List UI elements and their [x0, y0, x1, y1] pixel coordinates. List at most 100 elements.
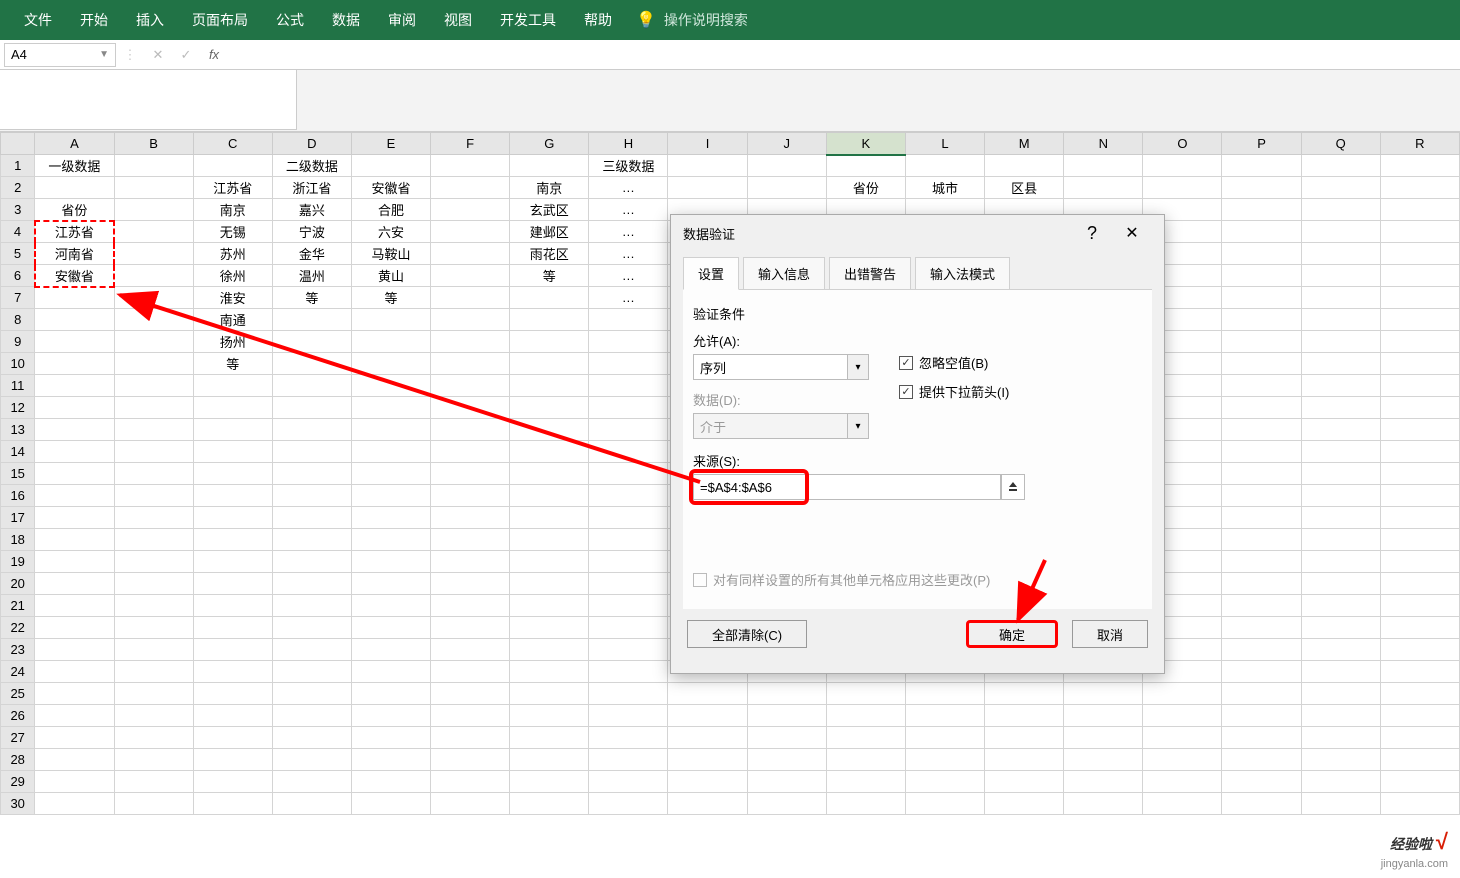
cell-Q28[interactable]	[1301, 749, 1380, 771]
cell-P21[interactable]	[1222, 595, 1301, 617]
cell-D22[interactable]	[272, 617, 351, 639]
cell-R21[interactable]	[1380, 595, 1459, 617]
cell-F10[interactable]	[431, 353, 510, 375]
cell-A30[interactable]	[35, 793, 114, 815]
row-header-25[interactable]: 25	[1, 683, 35, 705]
tab-error-alert[interactable]: 出错警告	[829, 257, 911, 290]
cell-C18[interactable]	[193, 529, 272, 551]
row-header-30[interactable]: 30	[1, 793, 35, 815]
cell-Q2[interactable]	[1301, 177, 1380, 199]
cell-Q30[interactable]	[1301, 793, 1380, 815]
cell-P9[interactable]	[1222, 331, 1301, 353]
formula-input[interactable]	[228, 43, 1460, 67]
cell-A7[interactable]	[35, 287, 114, 309]
cancel-formula-icon[interactable]: ✕	[144, 47, 172, 63]
cell-I1[interactable]	[668, 155, 747, 177]
cell-G24[interactable]	[510, 661, 589, 683]
cell-K2[interactable]: 省份	[826, 177, 905, 199]
cell-B1[interactable]	[114, 155, 193, 177]
cell-H14[interactable]	[589, 441, 668, 463]
cell-E20[interactable]	[351, 573, 430, 595]
col-header-O[interactable]: O	[1143, 133, 1222, 155]
cell-R3[interactable]	[1380, 199, 1459, 221]
cell-F5[interactable]	[431, 243, 510, 265]
ignore-blank-checkbox[interactable]: ✓ 忽略空值(B)	[899, 353, 1009, 372]
cell-K29[interactable]	[826, 771, 905, 793]
row-header-7[interactable]: 7	[1, 287, 35, 309]
cell-P5[interactable]	[1222, 243, 1301, 265]
cell-R25[interactable]	[1380, 683, 1459, 705]
cell-P8[interactable]	[1222, 309, 1301, 331]
tab-input-msg[interactable]: 输入信息	[743, 257, 825, 290]
cell-B27[interactable]	[114, 727, 193, 749]
cell-B5[interactable]	[114, 243, 193, 265]
cell-E5[interactable]: 马鞍山	[351, 243, 430, 265]
cell-G17[interactable]	[510, 507, 589, 529]
cell-F16[interactable]	[431, 485, 510, 507]
cell-H10[interactable]	[589, 353, 668, 375]
tab-ime[interactable]: 输入法模式	[915, 257, 1010, 290]
cell-D19[interactable]	[272, 551, 351, 573]
cell-G4[interactable]: 建邺区	[510, 221, 589, 243]
col-header-L[interactable]: L	[905, 133, 984, 155]
cell-J25[interactable]	[747, 683, 826, 705]
cell-C9[interactable]: 扬州	[193, 331, 272, 353]
cell-Q6[interactable]	[1301, 265, 1380, 287]
cell-B9[interactable]	[114, 331, 193, 353]
cell-P1[interactable]	[1222, 155, 1301, 177]
cell-H2[interactable]: …	[589, 177, 668, 199]
cell-R9[interactable]	[1380, 331, 1459, 353]
row-header-15[interactable]: 15	[1, 463, 35, 485]
cell-P20[interactable]	[1222, 573, 1301, 595]
tab-home[interactable]: 开始	[66, 0, 122, 40]
cell-E3[interactable]: 合肥	[351, 199, 430, 221]
cell-E24[interactable]	[351, 661, 430, 683]
cell-Q1[interactable]	[1301, 155, 1380, 177]
cell-E21[interactable]	[351, 595, 430, 617]
cell-C24[interactable]	[193, 661, 272, 683]
name-box[interactable]: A4 ▼	[4, 43, 116, 67]
cell-G7[interactable]	[510, 287, 589, 309]
cell-Q10[interactable]	[1301, 353, 1380, 375]
cell-A28[interactable]	[35, 749, 114, 771]
tab-dev[interactable]: 开发工具	[486, 0, 570, 40]
clear-all-button[interactable]: 全部清除(C)	[687, 620, 807, 648]
cell-H23[interactable]	[589, 639, 668, 661]
cell-B19[interactable]	[114, 551, 193, 573]
cell-I25[interactable]	[668, 683, 747, 705]
cell-G16[interactable]	[510, 485, 589, 507]
col-header-F[interactable]: F	[431, 133, 510, 155]
cell-P12[interactable]	[1222, 397, 1301, 419]
cell-B7[interactable]	[114, 287, 193, 309]
cell-C7[interactable]: 淮安	[193, 287, 272, 309]
cell-Q13[interactable]	[1301, 419, 1380, 441]
chevron-down-icon[interactable]: ▼	[99, 49, 109, 60]
cell-A5[interactable]: 河南省	[35, 243, 114, 265]
tab-help[interactable]: 帮助	[570, 0, 626, 40]
cell-C28[interactable]	[193, 749, 272, 771]
col-header-J[interactable]: J	[747, 133, 826, 155]
cell-Q25[interactable]	[1301, 683, 1380, 705]
row-header-10[interactable]: 10	[1, 353, 35, 375]
cell-Q22[interactable]	[1301, 617, 1380, 639]
cell-M25[interactable]	[985, 683, 1064, 705]
tab-insert[interactable]: 插入	[122, 0, 178, 40]
cell-H4[interactable]: …	[589, 221, 668, 243]
cell-G21[interactable]	[510, 595, 589, 617]
cell-I2[interactable]	[668, 177, 747, 199]
cell-J30[interactable]	[747, 793, 826, 815]
row-header-13[interactable]: 13	[1, 419, 35, 441]
cell-P25[interactable]	[1222, 683, 1301, 705]
cell-O27[interactable]	[1143, 727, 1222, 749]
cell-C27[interactable]	[193, 727, 272, 749]
cell-E27[interactable]	[351, 727, 430, 749]
cell-H20[interactable]	[589, 573, 668, 595]
cell-N28[interactable]	[1064, 749, 1143, 771]
cell-Q29[interactable]	[1301, 771, 1380, 793]
cell-R2[interactable]	[1380, 177, 1459, 199]
col-header-K[interactable]: K	[826, 133, 905, 155]
cell-P23[interactable]	[1222, 639, 1301, 661]
cell-R23[interactable]	[1380, 639, 1459, 661]
fx-icon[interactable]: fx	[200, 47, 228, 62]
cell-E18[interactable]	[351, 529, 430, 551]
